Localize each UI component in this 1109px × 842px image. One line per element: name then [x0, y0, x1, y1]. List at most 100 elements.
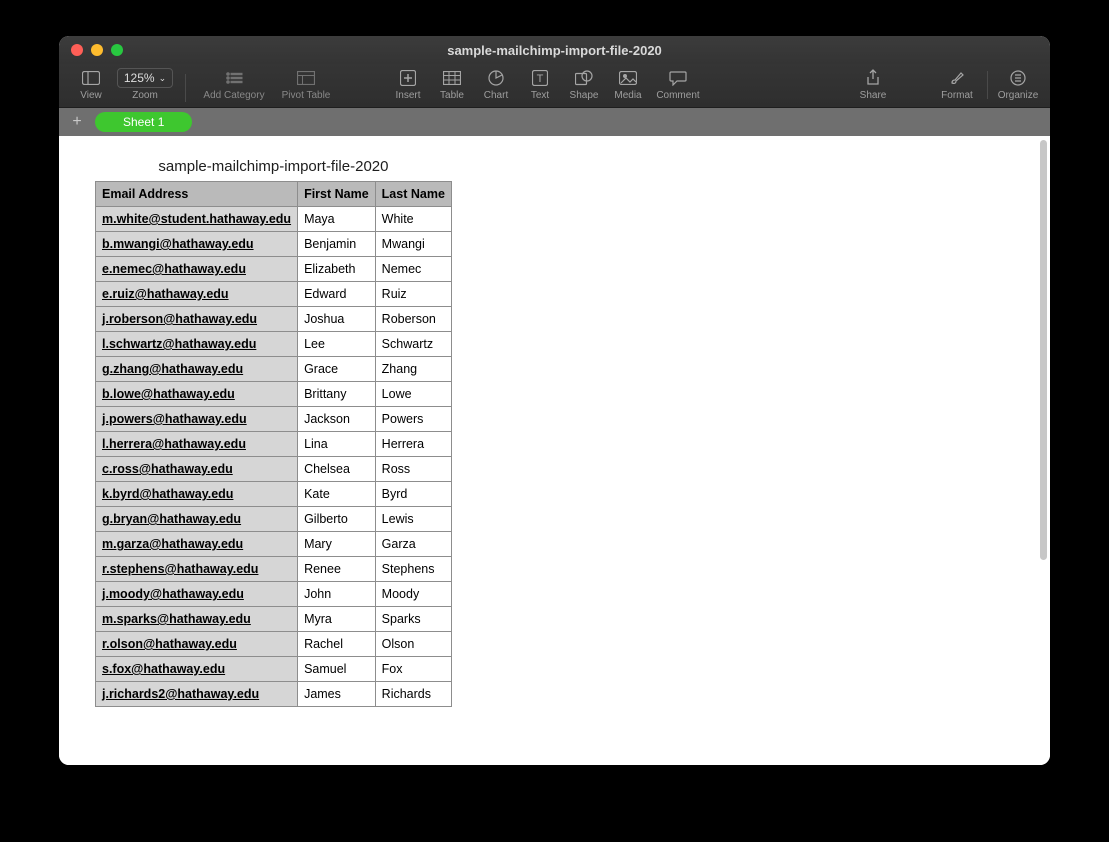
view-button[interactable]: View [69, 68, 113, 101]
cell-email[interactable]: j.richards2@hathaway.edu [96, 682, 298, 707]
cell-last-name[interactable]: Byrd [375, 482, 451, 507]
table-row[interactable]: b.mwangi@hathaway.eduBenjaminMwangi [96, 232, 452, 257]
cell-last-name[interactable]: Nemec [375, 257, 451, 282]
cell-first-name[interactable]: Jackson [298, 407, 376, 432]
organize-button[interactable]: Organize [996, 68, 1040, 101]
cell-last-name[interactable]: Olson [375, 632, 451, 657]
cell-last-name[interactable]: Richards [375, 682, 451, 707]
cell-first-name[interactable]: Chelsea [298, 457, 376, 482]
media-button[interactable]: Media [606, 68, 650, 101]
cell-first-name[interactable]: Kate [298, 482, 376, 507]
cell-email[interactable]: s.fox@hathaway.edu [96, 657, 298, 682]
table-row[interactable]: m.white@student.hathaway.eduMayaWhite [96, 207, 452, 232]
cell-first-name[interactable]: Samuel [298, 657, 376, 682]
table-row[interactable]: k.byrd@hathaway.eduKateByrd [96, 482, 452, 507]
table-row[interactable]: b.lowe@hathaway.eduBrittanyLowe [96, 382, 452, 407]
table-row[interactable]: c.ross@hathaway.eduChelseaRoss [96, 457, 452, 482]
table-row[interactable]: l.schwartz@hathaway.eduLeeSchwartz [96, 332, 452, 357]
cell-last-name[interactable]: Schwartz [375, 332, 451, 357]
cell-email[interactable]: j.moody@hathaway.edu [96, 582, 298, 607]
insert-button[interactable]: Insert [386, 68, 430, 101]
table-row[interactable]: r.olson@hathaway.eduRachelOlson [96, 632, 452, 657]
cell-last-name[interactable]: Moody [375, 582, 451, 607]
cell-first-name[interactable]: Lina [298, 432, 376, 457]
table-button[interactable]: Table [430, 68, 474, 101]
cell-first-name[interactable]: Joshua [298, 307, 376, 332]
cell-email[interactable]: e.ruiz@hathaway.edu [96, 282, 298, 307]
zoom-select[interactable]: 125% ⌄ [117, 68, 173, 88]
cell-first-name[interactable]: Grace [298, 357, 376, 382]
vertical-scrollbar[interactable] [1040, 140, 1047, 560]
add-category-button[interactable]: Add Category [194, 68, 274, 101]
add-sheet-button[interactable]: + [67, 112, 87, 132]
cell-last-name[interactable]: Stephens [375, 557, 451, 582]
cell-email[interactable]: b.mwangi@hathaway.edu [96, 232, 298, 257]
cell-email[interactable]: m.garza@hathaway.edu [96, 532, 298, 557]
cell-last-name[interactable]: Lowe [375, 382, 451, 407]
table-row[interactable]: j.moody@hathaway.eduJohnMoody [96, 582, 452, 607]
table-row[interactable]: e.ruiz@hathaway.eduEdwardRuiz [96, 282, 452, 307]
cell-email[interactable]: b.lowe@hathaway.edu [96, 382, 298, 407]
data-table[interactable]: Email Address First Name Last Name m.whi… [95, 181, 452, 707]
cell-first-name[interactable]: Rachel [298, 632, 376, 657]
minimize-button[interactable] [91, 44, 103, 56]
cell-email[interactable]: r.olson@hathaway.edu [96, 632, 298, 657]
cell-email[interactable]: e.nemec@hathaway.edu [96, 257, 298, 282]
cell-email[interactable]: j.roberson@hathaway.edu [96, 307, 298, 332]
cell-last-name[interactable]: Garza [375, 532, 451, 557]
table-row[interactable]: e.nemec@hathaway.eduElizabethNemec [96, 257, 452, 282]
cell-last-name[interactable]: Powers [375, 407, 451, 432]
cell-first-name[interactable]: Mary [298, 532, 376, 557]
cell-last-name[interactable]: Ruiz [375, 282, 451, 307]
cell-last-name[interactable]: Ross [375, 457, 451, 482]
canvas[interactable]: sample-mailchimp-import-file-2020 Email … [59, 136, 1050, 765]
comment-button[interactable]: Comment [650, 68, 706, 101]
header-last-name[interactable]: Last Name [375, 182, 451, 207]
maximize-button[interactable] [111, 44, 123, 56]
cell-last-name[interactable]: Lewis [375, 507, 451, 532]
format-button[interactable]: Format [935, 68, 979, 101]
cell-email[interactable]: g.bryan@hathaway.edu [96, 507, 298, 532]
cell-last-name[interactable]: White [375, 207, 451, 232]
share-button[interactable]: Share [851, 68, 895, 101]
cell-first-name[interactable]: Maya [298, 207, 376, 232]
cell-first-name[interactable]: Lee [298, 332, 376, 357]
table-row[interactable]: j.roberson@hathaway.eduJoshuaRoberson [96, 307, 452, 332]
cell-email[interactable]: g.zhang@hathaway.edu [96, 357, 298, 382]
cell-email[interactable]: j.powers@hathaway.edu [96, 407, 298, 432]
text-button[interactable]: T Text [518, 68, 562, 101]
table-row[interactable]: m.garza@hathaway.eduMaryGarza [96, 532, 452, 557]
table-row[interactable]: g.bryan@hathaway.eduGilbertoLewis [96, 507, 452, 532]
table-row[interactable]: r.stephens@hathaway.eduReneeStephens [96, 557, 452, 582]
pivot-table-button[interactable]: Pivot Table [274, 68, 338, 101]
cell-first-name[interactable]: James [298, 682, 376, 707]
cell-email[interactable]: m.sparks@hathaway.edu [96, 607, 298, 632]
sheet-tab-1[interactable]: Sheet 1 [95, 112, 192, 132]
table-row[interactable]: m.sparks@hathaway.eduMyraSparks [96, 607, 452, 632]
table-row[interactable]: j.richards2@hathaway.eduJamesRichards [96, 682, 452, 707]
header-email[interactable]: Email Address [96, 182, 298, 207]
cell-first-name[interactable]: Gilberto [298, 507, 376, 532]
chart-button[interactable]: Chart [474, 68, 518, 101]
cell-email[interactable]: r.stephens@hathaway.edu [96, 557, 298, 582]
cell-first-name[interactable]: Edward [298, 282, 376, 307]
table-row[interactable]: g.zhang@hathaway.eduGraceZhang [96, 357, 452, 382]
table-row[interactable]: l.herrera@hathaway.eduLinaHerrera [96, 432, 452, 457]
cell-last-name[interactable]: Herrera [375, 432, 451, 457]
cell-last-name[interactable]: Zhang [375, 357, 451, 382]
cell-last-name[interactable]: Roberson [375, 307, 451, 332]
cell-first-name[interactable]: Elizabeth [298, 257, 376, 282]
table-row[interactable]: j.powers@hathaway.eduJacksonPowers [96, 407, 452, 432]
cell-last-name[interactable]: Sparks [375, 607, 451, 632]
cell-last-name[interactable]: Mwangi [375, 232, 451, 257]
cell-first-name[interactable]: Myra [298, 607, 376, 632]
zoom-button[interactable]: 125% ⌄ Zoom [113, 68, 177, 101]
cell-first-name[interactable]: Brittany [298, 382, 376, 407]
cell-first-name[interactable]: Benjamin [298, 232, 376, 257]
cell-first-name[interactable]: John [298, 582, 376, 607]
cell-email[interactable]: l.herrera@hathaway.edu [96, 432, 298, 457]
header-first-name[interactable]: First Name [298, 182, 376, 207]
cell-email[interactable]: m.white@student.hathaway.edu [96, 207, 298, 232]
cell-first-name[interactable]: Renee [298, 557, 376, 582]
cell-last-name[interactable]: Fox [375, 657, 451, 682]
